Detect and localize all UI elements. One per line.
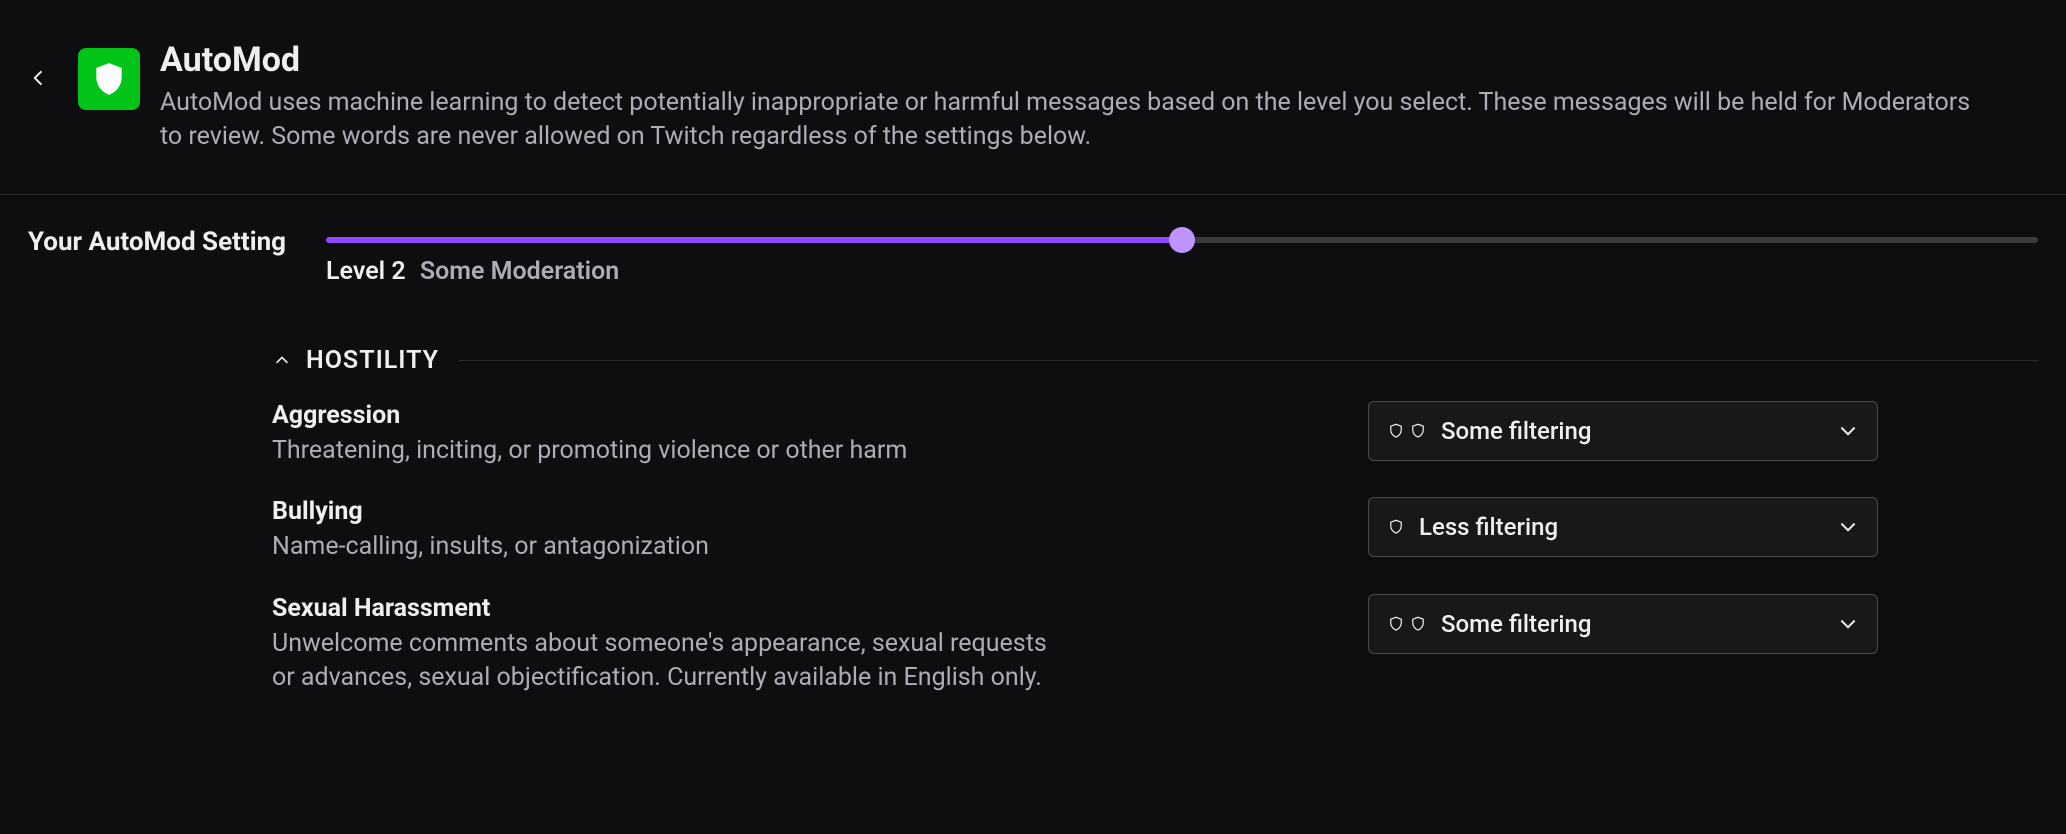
collapse-toggle[interactable] <box>272 350 292 370</box>
level-label: Some Moderation <box>420 257 619 286</box>
divider <box>459 360 2038 361</box>
filter-value: Less filtering <box>1419 513 1837 541</box>
slider-thumb[interactable] <box>1169 227 1195 253</box>
item-title: Aggression <box>272 401 907 430</box>
level-slider[interactable] <box>326 237 2038 243</box>
shield-level-icon <box>1387 614 1427 634</box>
item-description: Threatening, inciting, or promoting viol… <box>272 434 907 468</box>
category-header: HOSTILITY <box>272 346 2038 375</box>
item-description: Unwelcome comments about someone's appea… <box>272 627 1052 695</box>
item-title: Sexual Harassment <box>272 594 1052 623</box>
shield-level-icon <box>1387 421 1427 441</box>
category-item: Bullying Name-calling, insults, or antago… <box>272 497 2038 564</box>
level-number: Level 2 <box>326 257 406 286</box>
category-item: Sexual Harassment Unwelcome comments abou… <box>272 594 2038 695</box>
automod-setting-row: Your AutoMod Setting Level 2 Some Modera… <box>28 227 2038 286</box>
page-header: AutoMod AutoMod uses machine learning to… <box>0 0 2066 195</box>
setting-label: Your AutoMod Setting <box>28 227 286 257</box>
page-title: AutoMod <box>160 40 1998 80</box>
chevron-down-icon <box>1837 516 1859 538</box>
automod-shield-icon <box>78 48 140 110</box>
back-button[interactable] <box>18 58 58 98</box>
category-item: Aggression Threatening, inciting, or prom… <box>272 401 2038 468</box>
filter-value: Some filtering <box>1441 417 1837 445</box>
chevron-down-icon <box>1837 420 1859 442</box>
category-title: HOSTILITY <box>306 346 439 375</box>
filter-select[interactable]: Less filtering <box>1368 497 1878 557</box>
chevron-down-icon <box>1837 613 1859 635</box>
shield-level-icon <box>1387 517 1405 537</box>
item-description: Name-calling, insults, or antagonization <box>272 530 709 564</box>
page-description: AutoMod uses machine learning to detect … <box>160 86 1998 154</box>
slider-caption: Level 2 Some Moderation <box>326 257 2038 286</box>
filter-value: Some filtering <box>1441 610 1837 638</box>
filter-select[interactable]: Some filtering <box>1368 594 1878 654</box>
filter-select[interactable]: Some filtering <box>1368 401 1878 461</box>
item-title: Bullying <box>272 497 709 526</box>
